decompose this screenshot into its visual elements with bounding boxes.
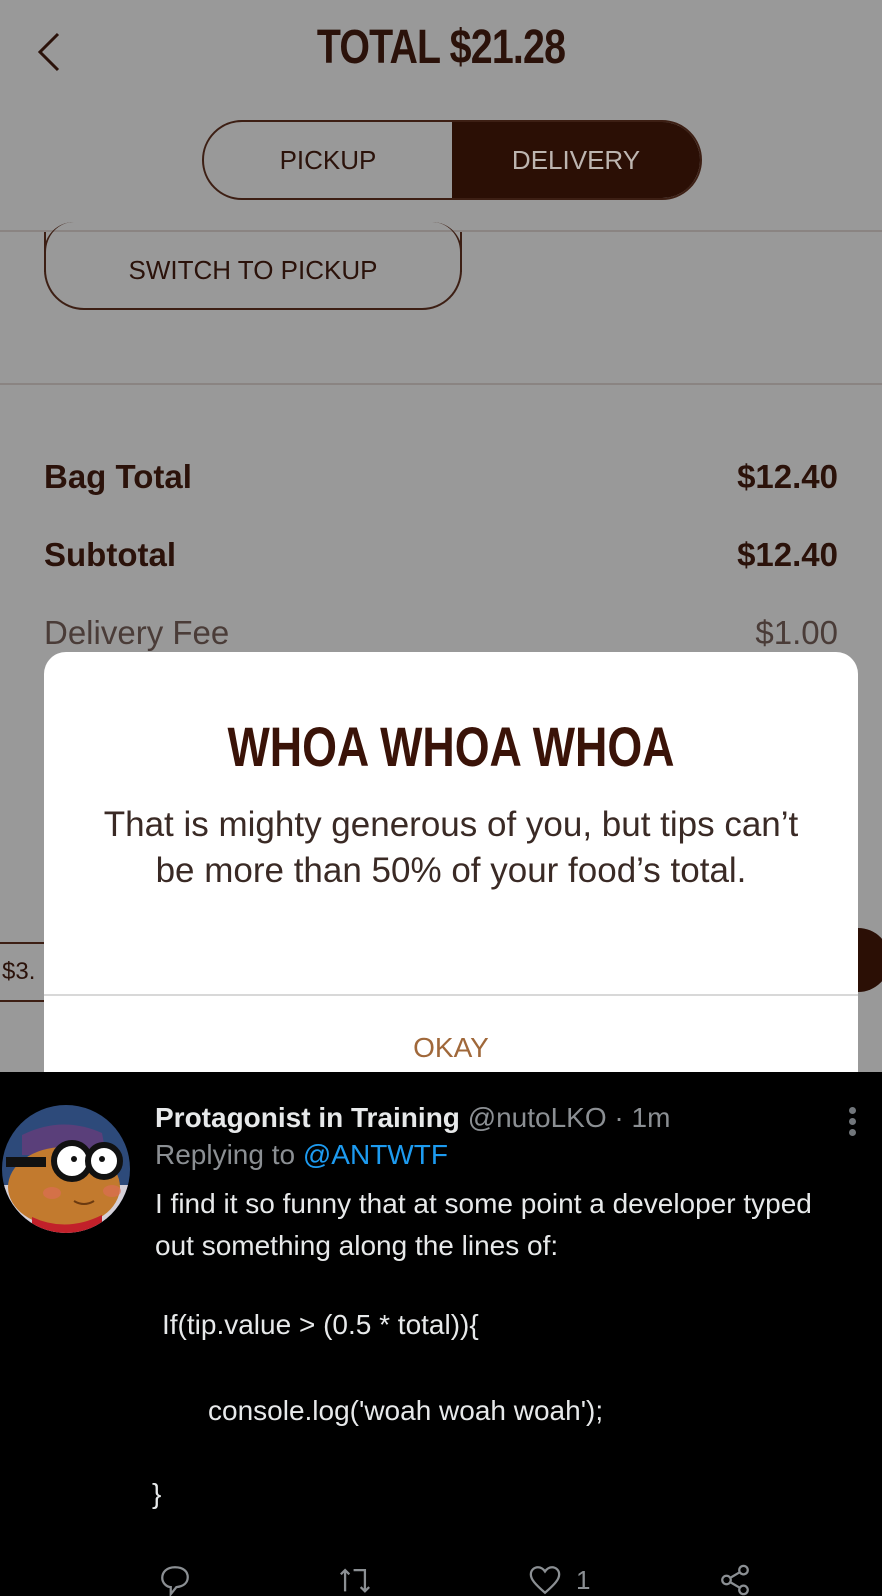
switch-to-pickup-button[interactable]: SWITCH TO PICKUP [44,222,462,310]
subtotal-label: Subtotal [44,536,176,573]
subtotal-value: $12.40 [737,536,838,573]
order-type-toggle: PICKUP DELIVERY [202,120,702,200]
code-line: } [152,1478,162,1509]
like-count: 1 [576,1564,591,1595]
dialog-message: That is mighty generous of you, but tips… [103,805,799,890]
dialog-title: WHOA WHOA WHOA [227,715,675,778]
delivery-fee-label: Delivery Fee [44,614,230,651]
tweet: Protagonist in Training @nutoLKO · 1m Re… [0,1083,882,1596]
reply-button[interactable] [158,1563,206,1596]
dialog-divider [44,994,858,996]
pickup-tab[interactable]: PICKUP [204,122,452,198]
code-line: console.log('woah woah woah'); [208,1395,604,1426]
tip-apply-button[interactable] [858,928,882,992]
replying-to: Replying to @ANTWTF [155,1139,448,1171]
retweet-icon [340,1568,370,1593]
code-line: If(tip.value > (0.5 * total)){ [162,1309,479,1340]
chevron-left-icon [37,32,60,72]
more-options-button[interactable] [842,1103,862,1143]
display-name[interactable]: Protagonist in Training [155,1102,460,1133]
tweet-text: I find it so funny that at some point a … [155,1188,812,1261]
heart-icon [529,1566,561,1595]
tip-amount-input[interactable]: $3. [0,942,45,1002]
share-button[interactable] [718,1563,766,1596]
retweet-button[interactable] [338,1563,386,1596]
replying-prefix: Replying to [155,1139,296,1170]
subtotal-row: Subtotal $12.40 [44,536,838,574]
tweet-header: Protagonist in Training @nutoLKO · 1m [155,1099,670,1137]
bag-total-label: Bag Total [44,458,192,495]
okay-button[interactable]: OKAY [44,1032,858,1064]
avatar[interactable] [2,1105,130,1233]
avatar-image [2,1105,130,1233]
bag-total-row: Bag Total $12.40 [44,458,838,496]
mention-link[interactable]: @ANTWTF [303,1139,448,1170]
tip-limit-dialog: WHOA WHOA WHOA That is mighty generous o… [44,652,858,1072]
delivery-fee-value: $1.00 [755,614,838,651]
delivery-tab[interactable]: DELIVERY [452,122,700,198]
delivery-fee-row: Delivery Fee $1.00 [44,614,838,652]
more-vertical-icon [842,1107,862,1136]
order-checkout-screen: TOTAL $21.28 PICKUP DELIVERY SWITCH TO P… [0,0,882,1072]
share-icon [721,1564,749,1596]
handle-and-time: @nutoLKO · 1m [467,1102,671,1133]
back-button[interactable] [30,28,70,76]
reply-icon [161,1566,189,1596]
order-total-title: TOTAL $21.28 [316,21,566,74]
tweet-actions: 1 [0,1563,882,1596]
like-button[interactable]: 1 [528,1563,590,1596]
bag-total-value: $12.40 [737,458,838,495]
divider [0,383,882,385]
